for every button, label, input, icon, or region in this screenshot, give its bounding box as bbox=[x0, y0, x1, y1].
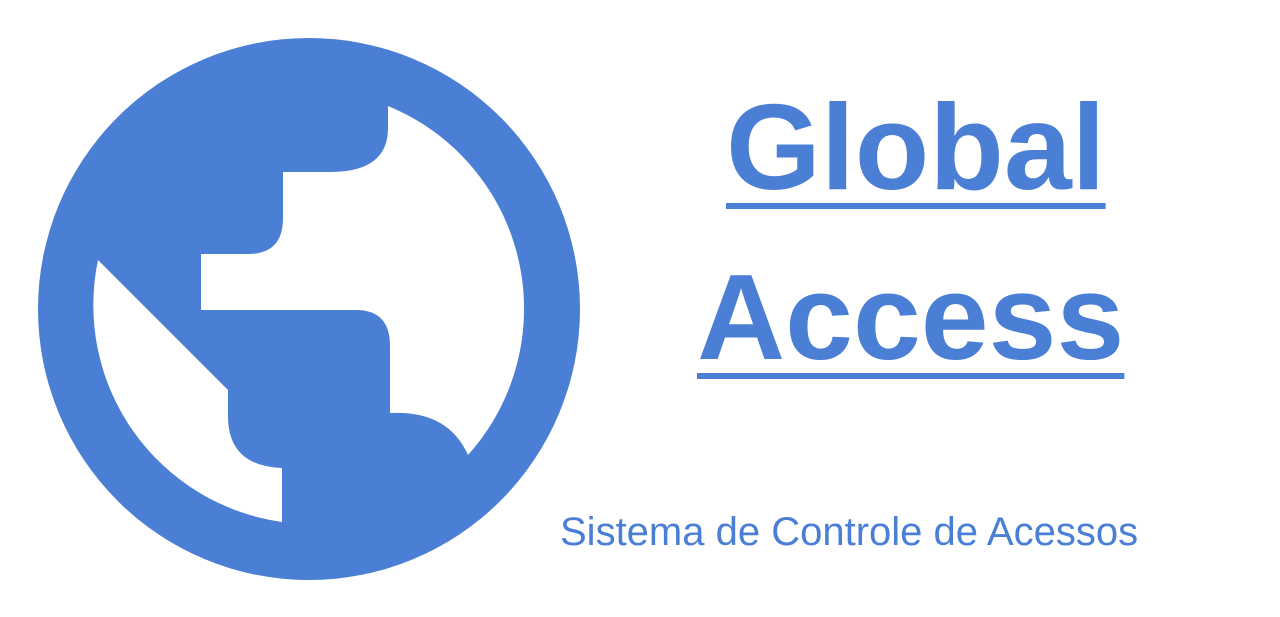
brand-title-line2: Access bbox=[697, 249, 1125, 385]
brand-subtitle: Sistema de Controle de Acessos bbox=[560, 510, 1139, 554]
brand-title-line1: Global bbox=[726, 79, 1106, 215]
globe-icon bbox=[38, 38, 580, 580]
